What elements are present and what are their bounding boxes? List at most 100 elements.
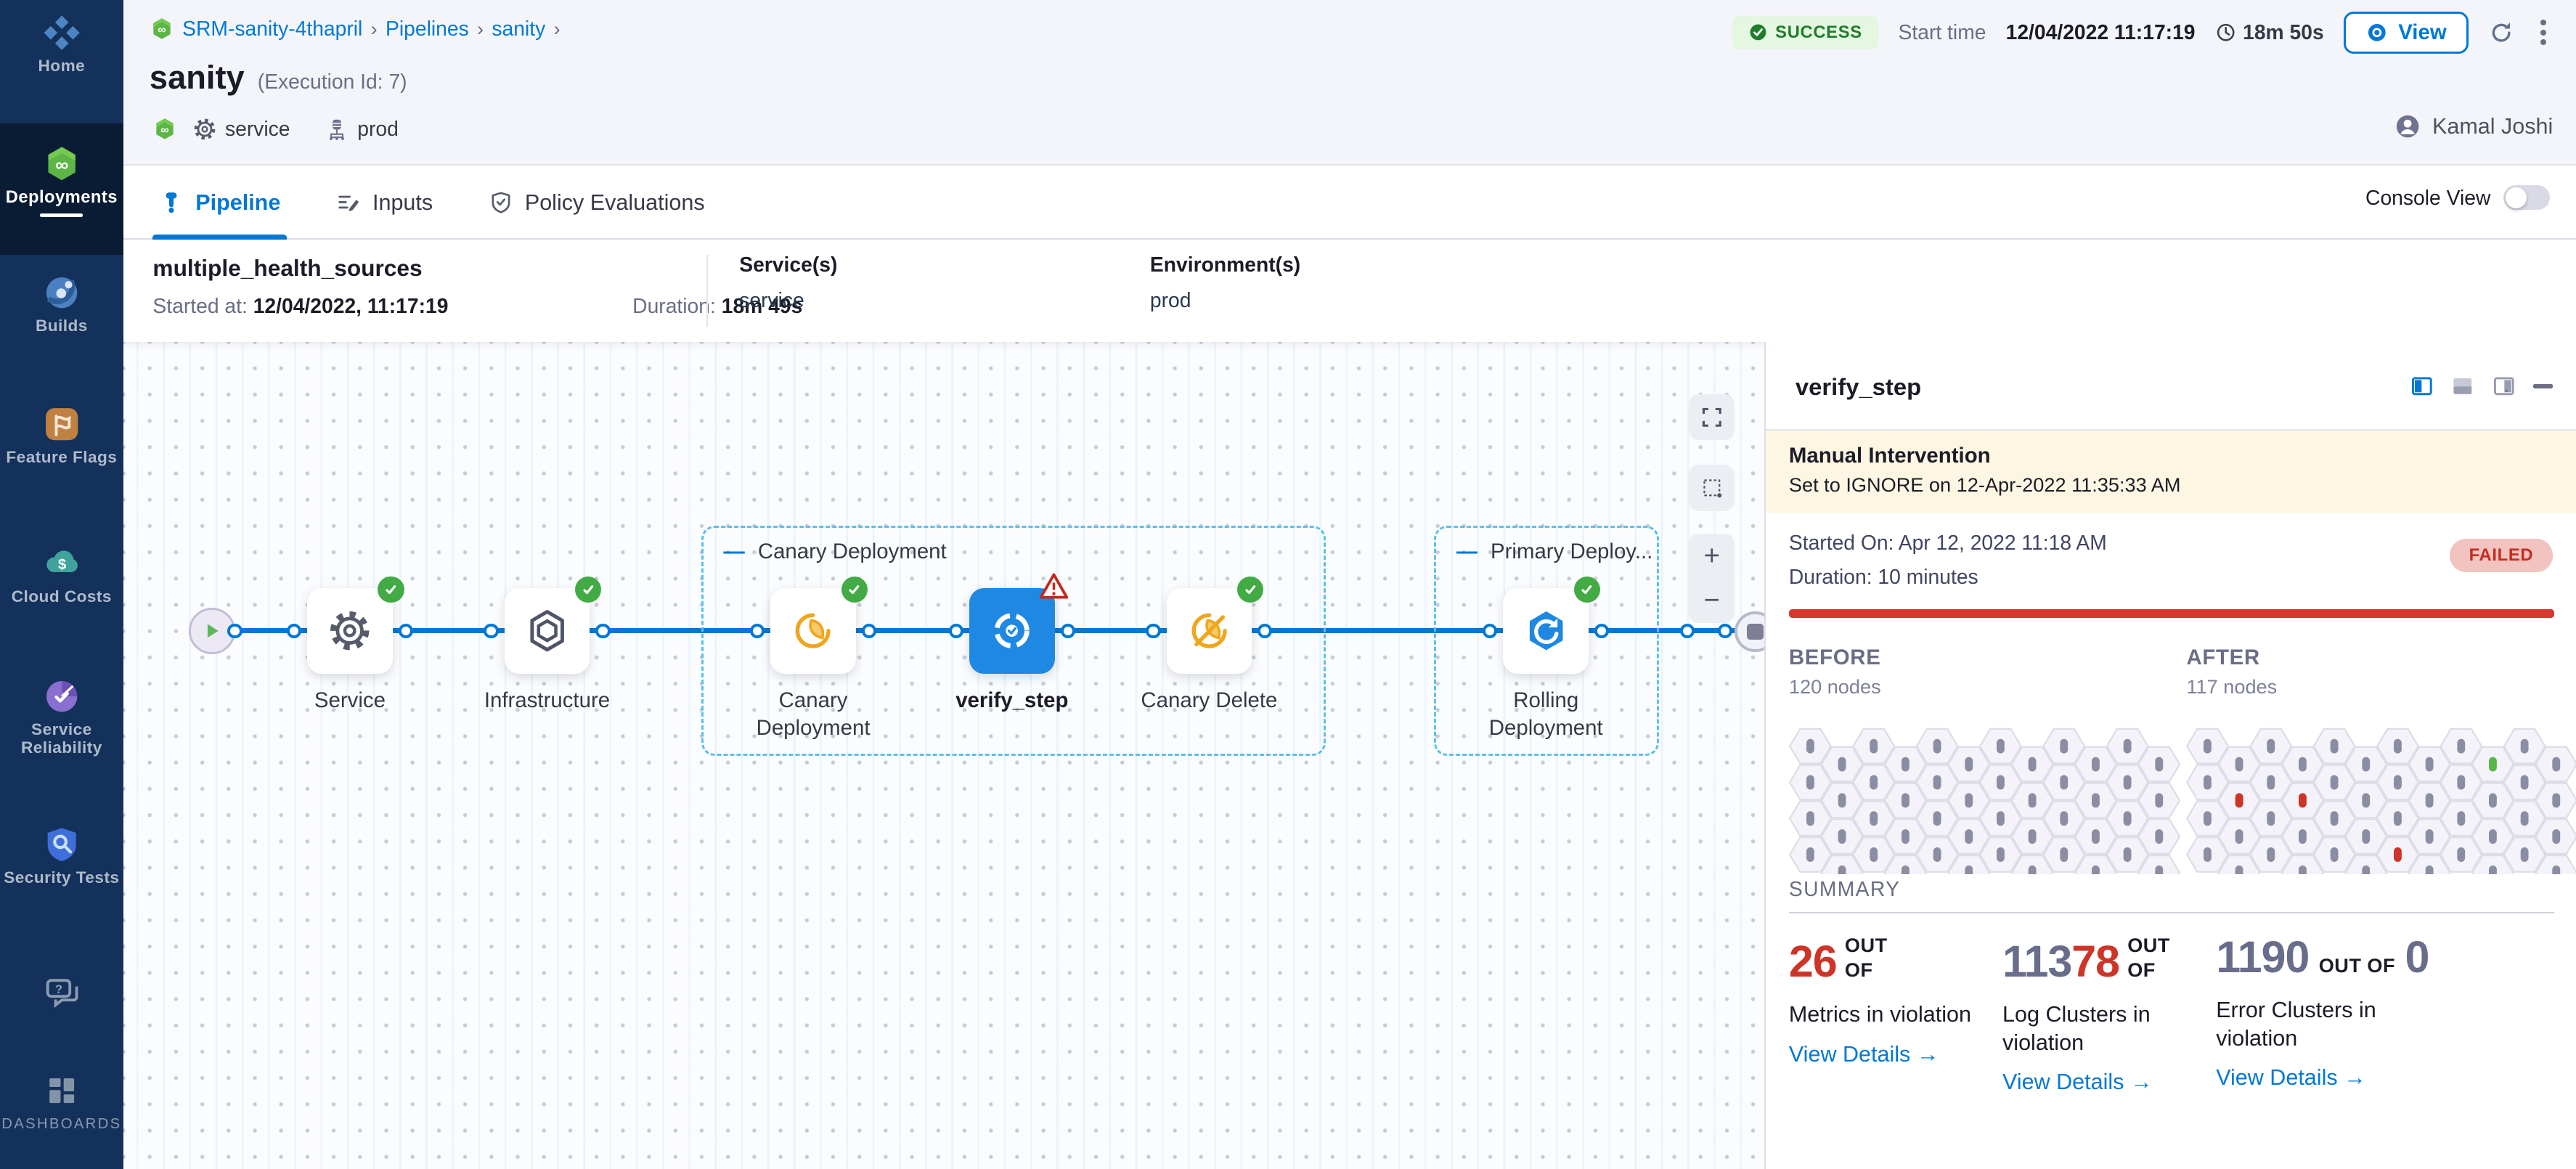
tab-inputs[interactable]: Inputs — [333, 166, 436, 240]
failure-progress-bar — [1789, 609, 2554, 617]
error-cluster-total: 0 — [2405, 932, 2429, 982]
tab-pipeline[interactable]: Pipeline — [156, 166, 284, 240]
breadcrumb-pipelines[interactable]: Pipelines — [386, 17, 469, 41]
svg-text:?: ? — [54, 982, 62, 996]
refresh-button[interactable] — [2488, 20, 2514, 46]
log-cluster-count: 78 — [2071, 937, 2119, 986]
execution-status-bar: SUCCESS Start time 12/04/2022 11:17:19 1… — [1732, 12, 2553, 54]
user-chip[interactable]: Kamal Joshi — [2394, 113, 2553, 139]
service-tag[interactable]: service — [192, 117, 290, 142]
layout-right-view-button[interactable] — [2493, 375, 2516, 398]
sidebar-item-help[interactable]: ? — [0, 973, 123, 1017]
entity-tags: ∞ service prod — [152, 117, 398, 142]
more-options-button[interactable] — [2534, 17, 2553, 49]
marquee-select-button[interactable] — [1689, 465, 1735, 510]
started-value: 12/04/2022, 11:17:19 — [253, 294, 449, 317]
view-details-link[interactable]: View Details → — [2002, 1070, 2206, 1095]
success-badge — [378, 577, 404, 603]
breadcrumb-project[interactable]: SRM-sanity-4thapril — [182, 17, 362, 41]
layout-bottom-view-button[interactable] — [2451, 375, 2474, 398]
summary-card-metrics: 26OUT OF Metrics in violation View Detai… — [1789, 933, 1993, 1067]
breadcrumb-page[interactable]: sanity — [492, 17, 545, 41]
pipeline-node-rolling-deployment[interactable]: Rolling Deployment — [1503, 588, 1589, 674]
group-label: Canary Deployment — [758, 539, 947, 564]
view-details-link[interactable]: View Details → — [2216, 1065, 2479, 1091]
connector-port — [287, 624, 301, 638]
node-label: Rolling Deployment — [1464, 687, 1628, 743]
builds-icon — [42, 273, 81, 312]
out-of-label: OUT OF — [1845, 933, 1904, 982]
layout-split-view-button[interactable] — [2410, 375, 2434, 398]
connector-port — [399, 624, 413, 638]
avatar-icon — [2394, 113, 2421, 139]
service-link[interactable]: service — [739, 288, 837, 312]
success-badge — [1574, 577, 1600, 603]
clock-icon — [2215, 22, 2236, 43]
services-column: Service(s) service — [739, 253, 837, 312]
tab-policy-evaluations[interactable]: Policy Evaluations — [486, 166, 709, 240]
zoom-in-button[interactable]: + — [1689, 534, 1735, 578]
sidebar-item-deployments[interactable]: ∞ Deployments — [0, 123, 123, 255]
console-view-toggle[interactable] — [2503, 185, 2549, 210]
harness-pipeline-execution-app: Home ∞ Deployments Builds Feature Flags … — [0, 0, 2576, 1169]
banner-title: Manual Intervention — [1789, 444, 2553, 468]
step-started-on: Started On: Apr 12, 2022 11:18 AM — [1789, 531, 2107, 555]
node-label: Canary Delete — [1127, 687, 1291, 714]
fit-to-screen-button[interactable] — [1689, 394, 1735, 440]
sidebar-item-security-tests[interactable]: Security Tests — [0, 825, 123, 887]
panel-header: verify_step — [1766, 342, 2576, 431]
breadcrumb-separator: › — [477, 17, 484, 41]
after-node-hexgrid — [2186, 723, 2576, 874]
pipeline-node-service[interactable]: Service — [307, 588, 393, 674]
breadcrumb-separator: › — [371, 17, 378, 41]
out-of-label: OUT OF — [2319, 953, 2395, 978]
pipeline-node-canary-deployment[interactable]: Canary Deployment — [770, 588, 856, 674]
dashboards-icon — [42, 1071, 81, 1110]
canary-icon — [790, 608, 836, 653]
node-label: Infrastructure — [465, 687, 629, 714]
view-details-link[interactable]: View Details → — [1789, 1042, 1993, 1067]
environment-tag[interactable]: prod — [325, 117, 399, 142]
pipeline-icon — [159, 190, 184, 215]
arrow-icon: → — [2344, 1065, 2366, 1090]
project-logo-icon: ∞ — [150, 17, 174, 41]
sidebar-item-builds[interactable]: Builds — [0, 273, 123, 335]
execution-id: (Execution Id: 7) — [258, 70, 407, 94]
summary-card-log-clusters: 11378OUT OF Log Clusters in violation Vi… — [2002, 933, 2206, 1095]
start-time-label: Start time — [1899, 20, 1986, 44]
group-dash-icon: — — [723, 539, 744, 564]
node-label: Service — [268, 687, 432, 714]
policy-shield-icon — [489, 190, 513, 215]
rolling-deployment-icon — [1523, 608, 1569, 653]
arrow-icon: → — [1917, 1042, 1939, 1067]
summary-card-label: Error Clusters in violation — [2216, 996, 2410, 1052]
pipeline-node-infrastructure[interactable]: Infrastructure — [505, 588, 590, 674]
sidebar-item-cloud-costs[interactable]: $ Cloud Costs — [0, 544, 123, 606]
gear-icon — [192, 117, 217, 142]
stage-name: multiple_health_sources — [152, 255, 422, 282]
divider — [706, 255, 708, 327]
connector-port — [1718, 624, 1732, 638]
step-details-panel: verify_step Manual Intervention Set to I… — [1764, 342, 2576, 1169]
home-icon — [42, 13, 81, 52]
summary-card-label: Log Clusters in violation — [2002, 1001, 2206, 1056]
sidebar-item-feature-flags[interactable]: Feature Flags — [0, 404, 123, 467]
zoom-out-button[interactable]: − — [1689, 578, 1735, 622]
minimize-panel-button[interactable] — [2533, 375, 2553, 398]
connector-port — [1061, 624, 1075, 638]
environment-link[interactable]: prod — [1150, 288, 1300, 312]
sidebar-item-service-reliability[interactable]: Service Reliability — [0, 677, 123, 757]
summary-card-label: Metrics in violation — [1789, 1001, 1993, 1028]
view-button[interactable]: View — [2344, 12, 2469, 54]
start-time-value: 12/04/2022 11:17:19 — [2006, 20, 2196, 44]
sidebar-nav: Home ∞ Deployments Builds Feature Flags … — [0, 0, 123, 1169]
chat-help-icon: ? — [42, 973, 81, 1012]
pipeline-node-canary-delete[interactable]: Canary Delete — [1167, 588, 1252, 674]
node-label: verify_step — [930, 687, 1094, 714]
feature-flags-icon — [42, 404, 81, 444]
sidebar-item-dashboards[interactable]: DASHBOARDS — [0, 1071, 123, 1133]
pipeline-node-verify-step[interactable]: verify_step — [969, 588, 1055, 674]
pipeline-end-node — [1735, 611, 1764, 653]
pipeline-canvas[interactable]: —Canary Deployment —Primary Deploy... Se… — [123, 342, 1764, 1169]
sidebar-item-home[interactable]: Home — [0, 13, 123, 76]
